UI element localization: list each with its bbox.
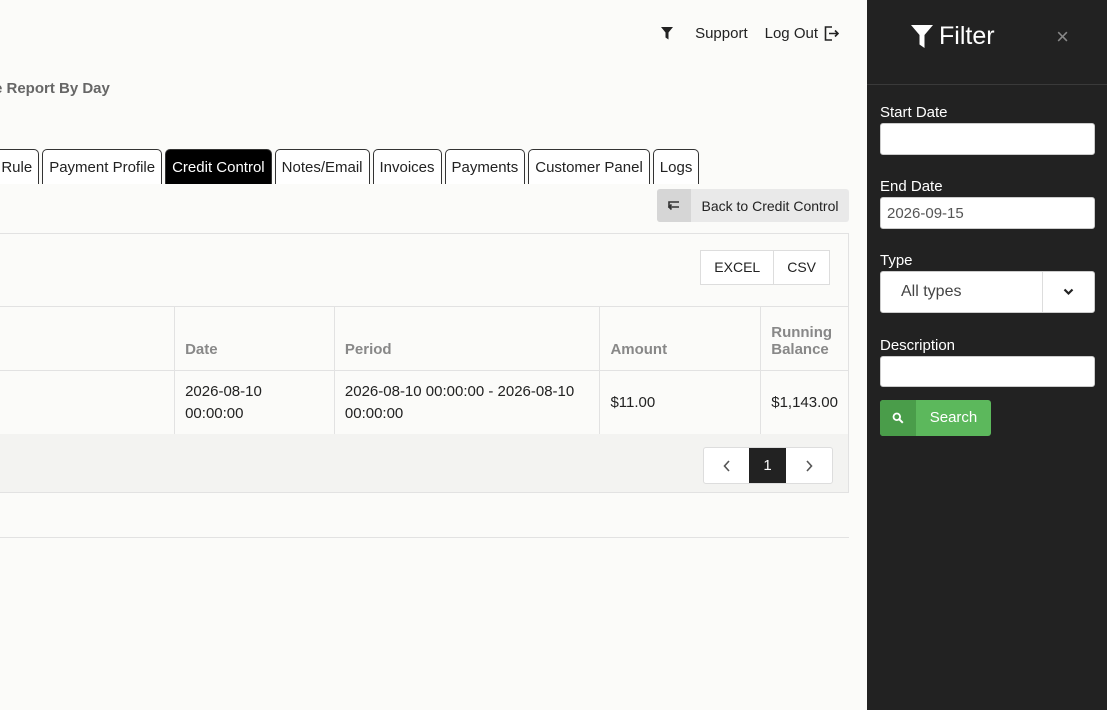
- start-date-input[interactable]: [880, 123, 1095, 155]
- previous-page-button[interactable]: [704, 448, 749, 483]
- back-button-label: Back to Credit Control: [701, 197, 839, 214]
- column-header-running-balance[interactable]: Running Balance: [760, 306, 848, 371]
- balance-label: Balance: [771, 341, 829, 358]
- filter-toggle-icon[interactable]: [659, 22, 675, 44]
- excel-export-button[interactable]: EXCEL: [700, 250, 775, 285]
- tab-notes-email[interactable]: Notes/Email: [274, 149, 370, 184]
- end-date-input[interactable]: [880, 197, 1095, 229]
- export-buttons: EXCEL CSV: [700, 250, 830, 285]
- filter-title: Filter: [911, 22, 995, 51]
- filter-sidebar: Filter × Start Date End Date Type All ty…: [867, 0, 1107, 710]
- page-title: e Report By Day: [0, 80, 110, 97]
- table-header-row: Date Period Amount Running Balance: [0, 306, 848, 371]
- search-button[interactable]: Search: [880, 400, 991, 436]
- logout-icon: [824, 25, 839, 41]
- top-navigation: Support Log Out: [659, 22, 839, 44]
- column-header-period[interactable]: Period: [333, 306, 600, 371]
- filter-header: Filter ×: [867, 0, 1107, 85]
- column-header-blank: [0, 306, 175, 371]
- tab-logs[interactable]: Logs: [652, 149, 700, 184]
- type-select[interactable]: All types: [880, 271, 1095, 313]
- return-icon: [657, 189, 691, 222]
- page-button-current[interactable]: 1: [749, 448, 786, 483]
- search-button-label: Search: [929, 409, 978, 426]
- tab-payments[interactable]: Payments: [444, 149, 526, 184]
- logout-link[interactable]: Log Out: [765, 25, 839, 42]
- chevron-down-icon: [1042, 272, 1094, 312]
- back-to-credit-control-button[interactable]: Back to Credit Control: [657, 189, 849, 222]
- tab-payment-profile[interactable]: Payment Profile: [42, 149, 163, 184]
- next-page-button[interactable]: [786, 448, 832, 483]
- pagination-row: 1: [0, 434, 848, 492]
- cell-blank: [0, 370, 175, 435]
- tab-customer-panel[interactable]: Customer Panel: [528, 149, 650, 184]
- column-header-date[interactable]: Date: [174, 306, 335, 371]
- description-input[interactable]: [880, 356, 1095, 387]
- filter-icon: [911, 24, 933, 49]
- search-icon: [880, 400, 916, 436]
- start-date-label: Start Date: [880, 104, 948, 121]
- cell-date: 2026-08-10 00:00:00: [174, 370, 335, 435]
- end-date-label: End Date: [880, 178, 943, 195]
- cell-running-balance: $1,143.00: [760, 370, 848, 435]
- csv-export-button[interactable]: CSV: [774, 250, 830, 285]
- chevron-left-icon: [722, 459, 730, 472]
- tab-invoices[interactable]: Invoices: [372, 149, 442, 184]
- type-selected-value: All types: [901, 283, 962, 300]
- table-row: 2026-08-10 00:00:00 2026-08-10 00:00:00 …: [0, 370, 848, 435]
- description-label: Description: [880, 337, 956, 354]
- support-link[interactable]: Support: [695, 25, 748, 42]
- tab-rule[interactable]: tion Rule: [0, 149, 40, 184]
- type-label: Type: [880, 252, 913, 269]
- pagination: 1: [703, 447, 833, 484]
- cell-period: 2026-08-10 00:00:00 - 2026-08-10 00:00:0…: [333, 370, 600, 435]
- cell-amount: $11.00: [599, 370, 761, 435]
- tab-bar: tion Rule Payment Profile Credit Control…: [0, 149, 700, 184]
- column-header-amount[interactable]: Amount: [599, 306, 761, 371]
- content-divider: [0, 537, 849, 538]
- logout-label: Log Out: [764, 24, 818, 42]
- chevron-right-icon: [806, 459, 813, 472]
- report-table: Date Period Amount Running Balance 2026-0…: [0, 306, 848, 435]
- tab-credit-control[interactable]: Credit Control: [165, 149, 272, 184]
- running-label: Running: [771, 324, 833, 341]
- filter-title-text: Filter: [939, 22, 995, 50]
- close-icon[interactable]: ×: [1056, 24, 1069, 50]
- main-content: Support Log Out e Report By Day tion Rul…: [0, 0, 867, 710]
- report-panel: EXCEL CSV Date Period Amount Running Bala…: [0, 233, 849, 493]
